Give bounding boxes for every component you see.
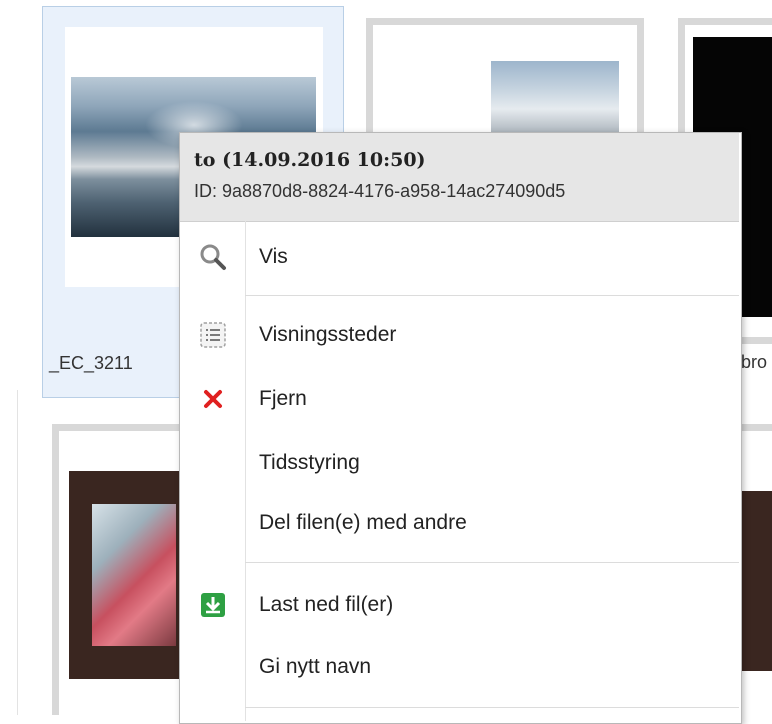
menu-separator bbox=[245, 707, 739, 708]
green-download-icon bbox=[198, 590, 228, 620]
menu-item-label: Gi nytt navn bbox=[259, 655, 372, 678]
menu-item-del-filen[interactable]: Del filen(e) med andre bbox=[180, 495, 739, 551]
thumbnail-tile-2[interactable] bbox=[366, 18, 644, 146]
red-x-icon bbox=[198, 384, 228, 414]
menu-item-label: Tidsstyring bbox=[259, 451, 360, 474]
winter-photo bbox=[491, 61, 619, 141]
menu-item-label: Fjern bbox=[259, 387, 307, 410]
framed-photo-inner bbox=[92, 504, 176, 646]
framed-photo-right bbox=[740, 491, 772, 671]
menu-item-visningssteder[interactable]: Visningssteder bbox=[180, 307, 739, 363]
menu-item-gi-nytt-navn[interactable]: Gi nytt navn bbox=[180, 639, 739, 695]
file-title: to (14.09.2016 10:50) bbox=[194, 149, 426, 171]
menu-item-label: Last ned fil(er) bbox=[259, 593, 394, 616]
thumbnail-tile-4[interactable] bbox=[52, 424, 199, 715]
thumbnail-label: _EC_3211 bbox=[49, 353, 133, 373]
menu-item-label: Visningssteder bbox=[259, 323, 397, 346]
left-gutter bbox=[0, 390, 18, 715]
menu-item-label: Vis bbox=[259, 245, 288, 268]
context-menu-header: to (14.09.2016 10:50) ID: 9a8870d8-8824-… bbox=[180, 133, 739, 222]
context-menu: to (14.09.2016 10:50) ID: 9a8870d8-8824-… bbox=[179, 132, 742, 724]
list-icon bbox=[198, 320, 228, 350]
menu-item-fjern[interactable]: Fjern bbox=[180, 371, 739, 427]
menu-separator bbox=[245, 562, 739, 563]
menu-item-tidsstyring[interactable]: Tidsstyring bbox=[180, 435, 739, 491]
thumbnail-label-3: bro bbox=[741, 352, 768, 372]
menu-item-label: Del filen(e) med andre bbox=[259, 511, 467, 534]
menu-separator bbox=[245, 295, 739, 296]
file-id: ID: 9a8870d8-8824-4176-a958-14ac274090d5 bbox=[194, 181, 566, 201]
menu-item-vis[interactable]: Vis bbox=[180, 229, 739, 285]
magnifier-icon bbox=[198, 242, 228, 272]
menu-item-last-ned[interactable]: Last ned fil(er) bbox=[180, 577, 739, 633]
thumbnail-tile-5[interactable] bbox=[740, 424, 772, 715]
